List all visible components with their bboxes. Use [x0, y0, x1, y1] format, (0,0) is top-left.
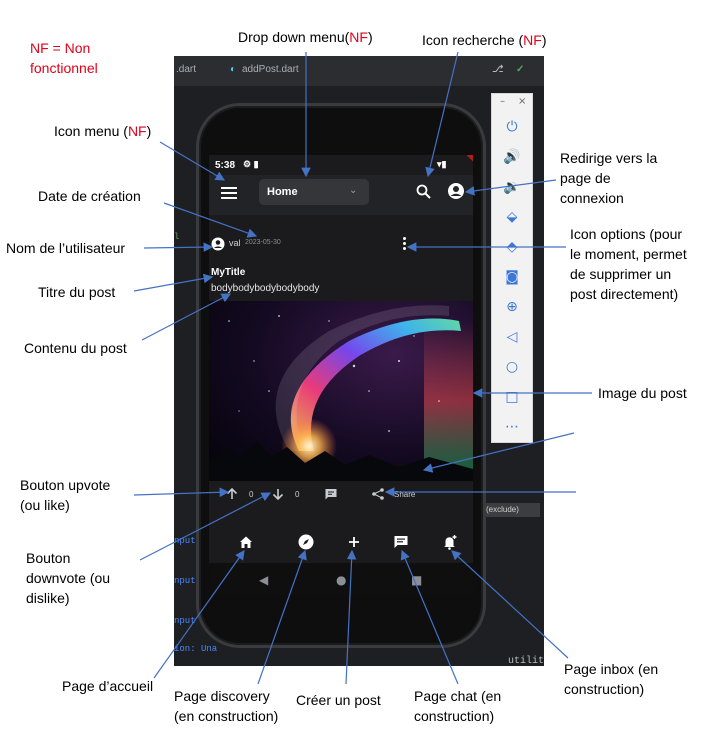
emulator-close-button[interactable]: ×	[518, 96, 526, 107]
legend-line-1: NF = Non	[30, 40, 91, 56]
overview-icon[interactable]: □	[492, 386, 532, 408]
annotation-downvote: Bouton downvote (ou dislike)	[26, 550, 111, 606]
share-label[interactable]: Share	[394, 490, 415, 499]
annotation-upvote: Bouton upvote (ou like)	[20, 477, 111, 513]
annotation-chat: Page chat (en construction)	[414, 688, 502, 724]
annotation-username: Nom de l’utilisateur	[6, 240, 126, 256]
post-date: 2023-05-30	[245, 239, 281, 246]
post-image	[209, 301, 473, 481]
page-dropdown[interactable]: Home ⌄	[259, 179, 369, 205]
hamburger-menu-icon[interactable]	[221, 187, 237, 201]
upvote-arrow-icon[interactable]	[225, 487, 239, 501]
legend-nf: NF = Non fonctionnel	[30, 38, 150, 78]
annotation-title: Titre du post	[38, 284, 116, 300]
comment-icon[interactable]	[324, 487, 338, 501]
system-home-icon[interactable]: ●	[336, 573, 346, 587]
annotation-date: Date de création	[38, 188, 141, 204]
code-fragment: l	[174, 232, 180, 242]
post-body: bodybodybodybodybody	[211, 283, 320, 294]
legend-line-2: fonctionnel	[30, 60, 98, 76]
annotation-image: Image du post	[598, 385, 687, 401]
post-action-bar: 0 0 Share	[209, 483, 473, 505]
device-selector-icon[interactable]: ⎇	[492, 64, 504, 75]
annotation-create: Créer un post	[296, 692, 381, 708]
check-icon[interactable]: ✓	[516, 64, 524, 75]
dart-file-icon: ◐	[230, 64, 237, 75]
upvote-count: 0	[249, 490, 254, 499]
share-icon[interactable]	[371, 487, 385, 501]
app-bar: Home ⌄	[209, 175, 473, 215]
code-fragment: nput	[174, 536, 196, 546]
system-navigation-bar: ◀ ● ■	[209, 563, 473, 595]
post-title: MyTitle	[211, 267, 246, 278]
camera-icon[interactable]: ◙	[492, 266, 532, 288]
annotation-home: Page d’accueil	[62, 678, 154, 694]
zoom-icon[interactable]: ⊕	[492, 296, 532, 318]
bottom-navigation-bar	[209, 525, 473, 561]
home-icon[interactable]: ○	[492, 356, 532, 378]
power-icon[interactable]: ⏻	[492, 116, 532, 138]
annotation-options: Icon options (pour le moment, permet de su…	[570, 226, 687, 302]
add-post-plus-icon[interactable]	[345, 533, 363, 551]
status-time: 5:38	[215, 160, 236, 171]
search-icon[interactable]	[415, 183, 433, 201]
more-options-icon[interactable]	[401, 237, 407, 251]
explore-compass-icon[interactable]	[297, 533, 315, 551]
rotate-left-icon[interactable]: ⬙	[492, 206, 532, 228]
ide-tab-bar: .dart ◐ addPost.dart ⎇ ✓	[174, 56, 544, 86]
downvote-count: 0	[295, 490, 300, 499]
emulator-toolbar: – × ⏻ 🔊 🔉 ⬙ ⬘ ◙ ⊕ ◁ ○ □ ⋯	[491, 93, 533, 443]
chevron-down-icon: ⌄	[349, 185, 358, 196]
back-icon[interactable]: ◁	[492, 326, 532, 348]
volume-up-icon[interactable]: 🔊	[492, 146, 532, 168]
ide-tab-dart[interactable]: .dart	[176, 64, 196, 75]
ide-tab-addpost[interactable]: addPost.dart	[242, 64, 299, 75]
emulator-minimize-button[interactable]: –	[500, 96, 505, 107]
volume-down-icon[interactable]: 🔉	[492, 176, 532, 198]
avatar-icon	[211, 237, 225, 251]
chat-icon[interactable]	[392, 533, 410, 551]
status-bar: 5:38 ⚙ ▮ ▾▮	[209, 155, 473, 175]
wifi-battery-icon: ▾▮	[437, 159, 447, 169]
annotation-content: Contenu du post	[24, 340, 127, 356]
system-overview-icon[interactable]: ■	[411, 573, 422, 587]
more-icon[interactable]: ⋯	[492, 416, 532, 438]
code-fragment: nput	[174, 616, 196, 626]
annotation-search: Icon recherche (NF)	[422, 32, 547, 48]
code-fragment: ion: Una	[174, 644, 218, 654]
notification-add-icon[interactable]	[441, 533, 459, 551]
code-fragment: nput	[174, 576, 196, 586]
system-back-icon[interactable]: ◀	[259, 573, 268, 587]
post-header: val 2023-05-30	[209, 229, 473, 259]
annotation-inbox: Page inbox (en construction)	[564, 661, 659, 697]
post-username: val	[229, 238, 241, 248]
account-circle-icon[interactable]	[447, 182, 465, 200]
dropdown-selected-value: Home	[267, 186, 298, 198]
downvote-arrow-icon[interactable]	[271, 487, 285, 501]
annotation-login: Redirige vers la page de connexion	[560, 150, 658, 206]
rotate-right-icon[interactable]: ⬘	[492, 236, 532, 258]
status-notification-icons: ⚙ ▮	[243, 159, 259, 169]
phone-screen: 5:38 ⚙ ▮ ▾▮ DEBUG Home ⌄ val 2023-05-30 …	[209, 155, 473, 595]
annotation-dropdown: Drop down menu(NF)	[238, 29, 373, 45]
home-icon[interactable]	[237, 533, 255, 551]
annotation-discovery: Page discovery (en construction)	[174, 688, 279, 724]
annotation-menu: Icon menu (NF)	[54, 123, 152, 139]
code-fragment: utilit	[508, 656, 545, 667]
exclude-field[interactable]: (exclude)	[480, 503, 540, 517]
